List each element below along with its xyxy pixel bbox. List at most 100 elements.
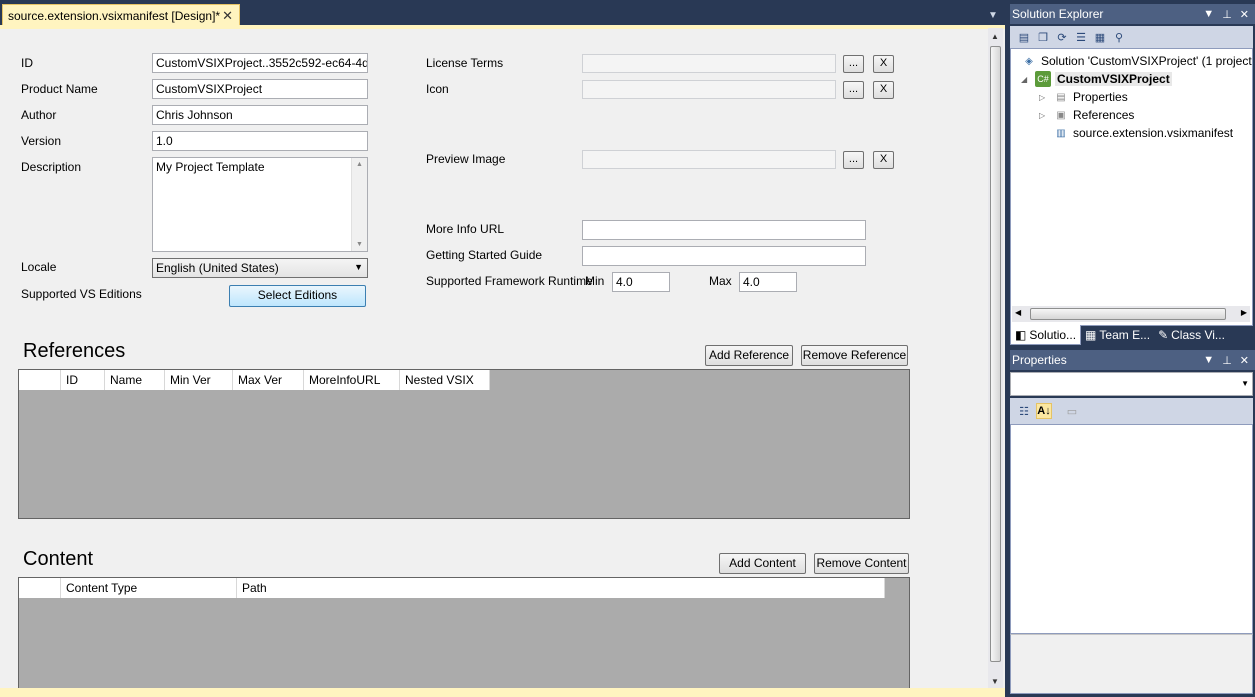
id-label: ID — [21, 56, 33, 70]
close-tab-icon[interactable]: ✕ — [222, 8, 233, 24]
license-terms-field[interactable] — [582, 54, 836, 73]
framework-max-label: Max — [709, 274, 732, 288]
close-icon[interactable]: ✕ — [1240, 8, 1249, 21]
description-label: Description — [21, 160, 82, 174]
tab-label: Solutio... — [1029, 327, 1077, 342]
team-explorer-icon: ▦ — [1085, 328, 1097, 342]
icon-field[interactable] — [582, 80, 836, 99]
version-field[interactable]: 1.0 — [152, 131, 368, 151]
expanded-arrow-icon[interactable]: ◢ — [1021, 75, 1031, 84]
column-header-max-ver[interactable]: Max Ver — [233, 370, 304, 390]
column-header-min-ver[interactable]: Min Ver — [165, 370, 233, 390]
class-view-icon: ✎ — [1158, 328, 1169, 342]
preview-clear-button[interactable]: X — [873, 151, 894, 169]
properties-folder-icon: ▤ — [1056, 91, 1066, 103]
pin-icon[interactable]: ⊥ — [1222, 8, 1232, 21]
tree-item-solution[interactable]: ◈ Solution 'CustomVSIXProject' (1 projec… — [1021, 53, 1252, 69]
scroll-left-icon[interactable]: ◀ — [1015, 308, 1021, 317]
tool-window-tabs: ◧ Solutio... ▦ Team E... ✎ Class Vi... — [1010, 325, 1255, 347]
alphabetical-icon[interactable]: A↓ — [1036, 403, 1052, 419]
description-field[interactable]: My Project Template ▲ ▼ — [152, 157, 368, 252]
description-text: My Project Template — [156, 160, 265, 174]
window-position-icon[interactable]: ▼ — [1203, 8, 1214, 21]
add-reference-button[interactable]: Add Reference — [705, 345, 793, 366]
tree-item-label: CustomVSIXProject — [1055, 72, 1172, 86]
view-designer-icon[interactable]: ▦ — [1092, 29, 1108, 45]
tab-team-explorer[interactable]: ▦ Team E... — [1081, 325, 1154, 345]
framework-min-field[interactable]: 4.0 — [612, 272, 670, 292]
editor-scrollbar[interactable]: ▲ ▼ — [988, 28, 1003, 690]
author-field[interactable]: Chris Johnson — [152, 105, 368, 125]
class-diagram-icon[interactable]: ⚲ — [1111, 29, 1127, 45]
icon-browse-button[interactable]: ... — [843, 81, 864, 99]
solution-icon: ◈ — [1025, 55, 1033, 67]
collapsed-arrow-icon[interactable]: ▷ — [1039, 93, 1049, 102]
tab-label: Class Vi... — [1171, 328, 1225, 342]
scroll-up-icon[interactable]: ▲ — [356, 161, 363, 168]
editor-bottom-border — [0, 688, 1005, 697]
id-field[interactable]: CustomVSIXProject..3552c592-ec64-4d67-a — [152, 53, 368, 73]
license-browse-button[interactable]: ... — [843, 55, 864, 73]
tree-item-label: References — [1073, 108, 1135, 122]
scroll-up-icon[interactable]: ▲ — [991, 32, 999, 41]
locale-value: English (United States) — [156, 261, 279, 275]
add-content-button[interactable]: Add Content — [719, 553, 806, 574]
view-code-icon[interactable]: ☰ — [1073, 29, 1089, 45]
tree-item-manifest[interactable]: ▥ source.extension.vsixmanifest — [1053, 125, 1233, 141]
categorized-icon[interactable]: ☷ — [1016, 403, 1032, 419]
scrollbar-thumb[interactable] — [990, 46, 1001, 662]
window-position-icon[interactable]: ▼ — [1203, 354, 1214, 367]
column-header-id[interactable]: ID — [61, 370, 105, 390]
show-all-files-icon[interactable]: ❐ — [1035, 29, 1051, 45]
getting-started-label: Getting Started Guide — [426, 248, 543, 262]
solution-explorer-hscroll[interactable]: ◀ ▶ — [1012, 306, 1250, 322]
tree-item-label: Solution 'CustomVSIXProject' (1 project — [1041, 54, 1252, 68]
tree-item-references[interactable]: ▷ ▣ References — [1039, 107, 1134, 123]
vs-editions-label: Supported VS Editions — [21, 287, 142, 301]
collapsed-arrow-icon[interactable]: ▷ — [1039, 111, 1049, 120]
solution-explorer-tree[interactable]: ◈ Solution 'CustomVSIXProject' (1 projec… — [1010, 48, 1253, 326]
tab-class-view[interactable]: ✎ Class Vi... — [1154, 325, 1229, 345]
tree-item-project[interactable]: ◢ C# CustomVSIXProject — [1021, 71, 1172, 87]
scroll-right-icon[interactable]: ▶ — [1241, 308, 1247, 317]
select-editions-button[interactable]: Select Editions — [229, 285, 366, 307]
preview-browse-button[interactable]: ... — [843, 151, 864, 169]
scrollbar-thumb[interactable] — [1030, 308, 1226, 320]
close-icon[interactable]: ✕ — [1240, 354, 1249, 367]
column-header-content-type[interactable]: Content Type — [61, 578, 237, 598]
column-header-path[interactable]: Path — [237, 578, 885, 598]
content-grid[interactable]: Content Type Path — [18, 577, 910, 692]
column-header-nested-vsix[interactable]: Nested VSIX — [400, 370, 490, 390]
more-info-url-field[interactable] — [582, 220, 866, 240]
column-header-name[interactable]: Name — [105, 370, 165, 390]
chevron-down-icon: ▼ — [354, 262, 363, 272]
getting-started-field[interactable] — [582, 246, 866, 266]
icon-clear-button[interactable]: X — [873, 81, 894, 99]
document-list-dropdown-icon[interactable]: ▼ — [988, 10, 998, 21]
preview-image-field[interactable] — [582, 150, 836, 169]
refresh-icon[interactable]: ⟳ — [1054, 29, 1070, 45]
locale-select[interactable]: English (United States) ▼ — [152, 258, 368, 278]
product-name-field[interactable]: CustomVSIXProject — [152, 79, 368, 99]
pin-icon[interactable]: ⊥ — [1222, 354, 1232, 367]
properties-description — [1010, 634, 1253, 694]
framework-min-label: Min — [585, 274, 605, 288]
scroll-down-icon[interactable]: ▼ — [991, 677, 999, 686]
scroll-down-icon[interactable]: ▼ — [356, 241, 363, 248]
tree-item-properties[interactable]: ▷ ▤ Properties — [1039, 89, 1128, 105]
references-grid[interactable]: ID Name Min Ver Max Ver MoreInfoURL Nest… — [18, 369, 910, 519]
document-tab[interactable]: source.extension.vsixmanifest [Design]* … — [2, 4, 240, 26]
properties-header: Properties ▼ ⊥ ✕ — [1010, 350, 1255, 370]
properties-icon[interactable]: ▤ — [1016, 29, 1032, 45]
properties-object-select[interactable]: ▼ — [1010, 372, 1253, 396]
tab-solution-explorer[interactable]: ◧ Solutio... — [1010, 325, 1082, 345]
property-pages-icon[interactable]: ▭ — [1064, 403, 1080, 419]
description-scrollbar[interactable]: ▲ ▼ — [351, 158, 367, 251]
properties-grid[interactable] — [1010, 424, 1253, 634]
license-clear-button[interactable]: X — [873, 55, 894, 73]
remove-content-button[interactable]: Remove Content — [814, 553, 909, 574]
framework-max-field[interactable]: 4.0 — [739, 272, 797, 292]
remove-reference-button[interactable]: Remove Reference — [801, 345, 908, 366]
csharp-project-icon: C# — [1035, 71, 1051, 87]
column-header-more-info-url[interactable]: MoreInfoURL — [304, 370, 400, 390]
